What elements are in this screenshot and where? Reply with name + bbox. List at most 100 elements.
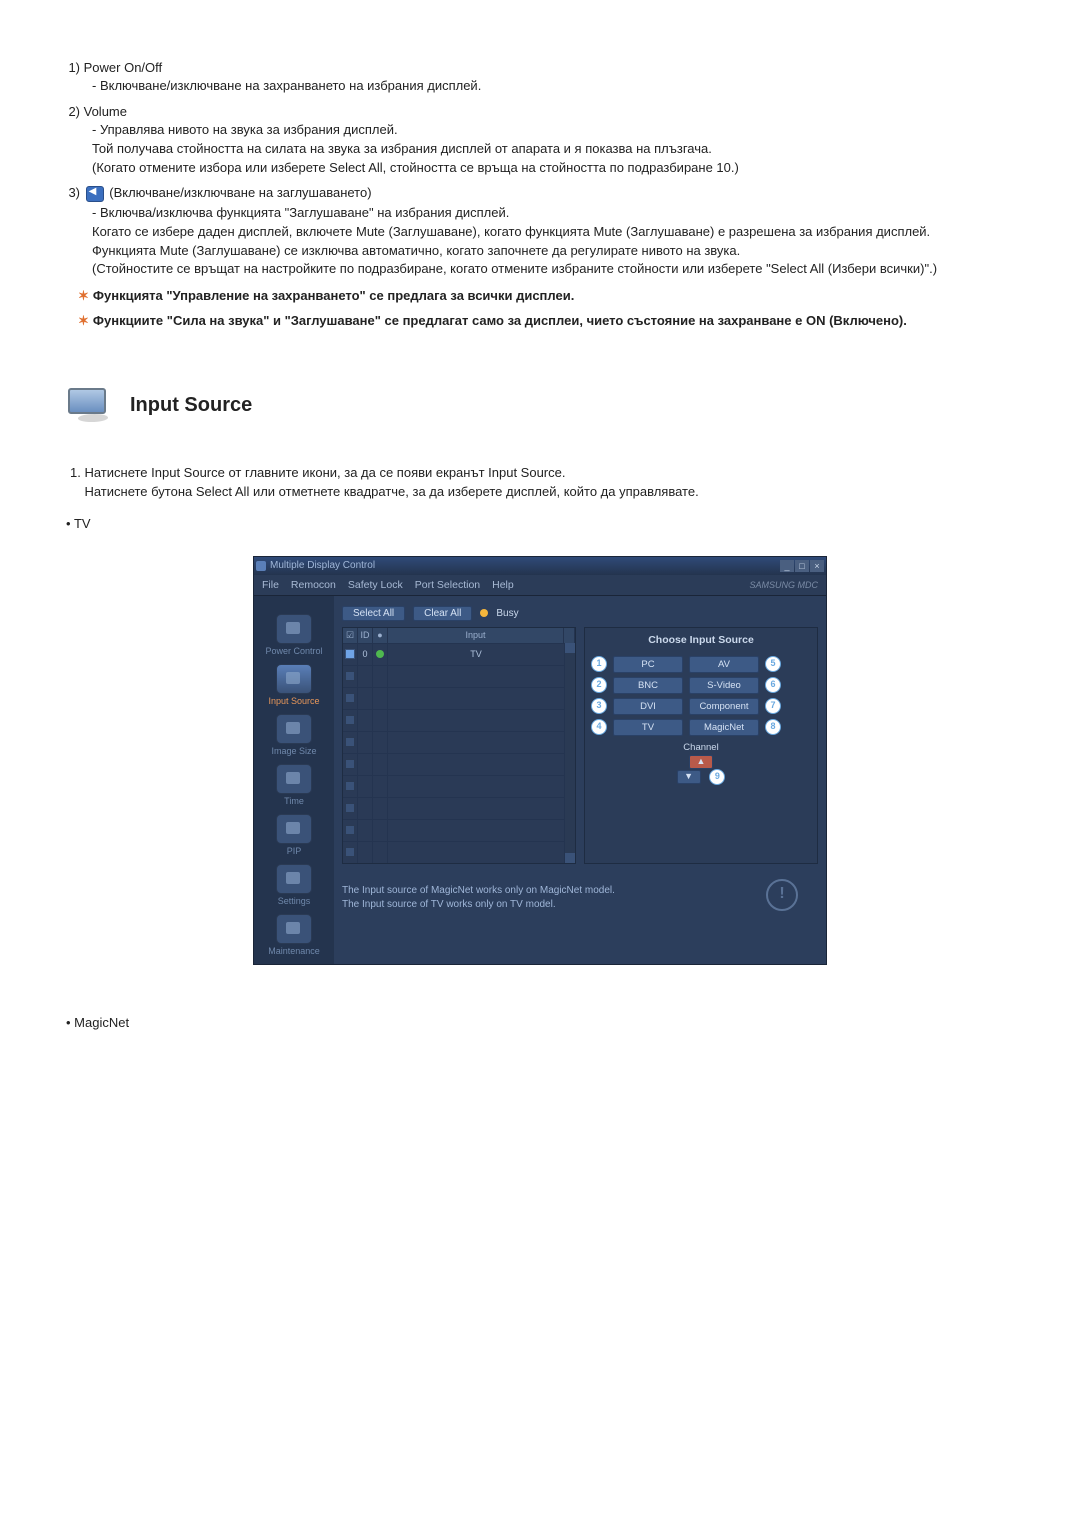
sidebar-item-image-size[interactable]: Image Size bbox=[254, 714, 334, 756]
source-component-button[interactable]: Component bbox=[689, 698, 759, 715]
marker-1: 1 bbox=[591, 656, 607, 672]
item-desc: - Управлява нивото на звука за избрания … bbox=[92, 121, 1020, 178]
display-table: ☑ ID ● Input 0 bbox=[342, 627, 576, 864]
line: Той получава стойността на силата на зву… bbox=[92, 141, 712, 156]
item-power: 1) Power On/Off - Включване/изключване н… bbox=[60, 60, 1020, 96]
sidebar-item-pip[interactable]: PIP bbox=[254, 814, 334, 856]
menu-file[interactable]: File bbox=[262, 579, 279, 591]
item-desc: - Включва/изключва функцията "Заглушаван… bbox=[92, 204, 1020, 279]
line: - Управлява нивото на звука за избрания … bbox=[92, 122, 398, 137]
note-line: The Input source of MagicNet works only … bbox=[342, 884, 818, 898]
th-id: ID bbox=[358, 628, 373, 643]
marker-4: 4 bbox=[591, 719, 607, 735]
panel-title: Choose Input Source bbox=[591, 634, 811, 646]
note-line: The Input source of TV works only on TV … bbox=[342, 898, 818, 912]
item-volume: 2) Volume - Управлява нивото на звука за… bbox=[60, 104, 1020, 178]
main-panel: Select All Clear All Busy ☑ ID ● Input bbox=[334, 596, 826, 964]
sidebar-item-power[interactable]: Power Control bbox=[254, 614, 334, 656]
mute-icon bbox=[86, 186, 104, 202]
table-row[interactable] bbox=[343, 665, 565, 687]
note-text: Функцията "Управление на захранването" с… bbox=[93, 288, 574, 303]
table-row[interactable] bbox=[343, 775, 565, 797]
sidebar: Power Control Input Source Image Size Ti… bbox=[254, 596, 334, 964]
table-row[interactable] bbox=[343, 731, 565, 753]
table-row[interactable] bbox=[343, 709, 565, 731]
maximize-button[interactable]: □ bbox=[795, 560, 809, 572]
th-input: Input bbox=[388, 628, 564, 643]
sidebar-item-maintenance[interactable]: Maintenance bbox=[254, 914, 334, 956]
marker-8: 8 bbox=[765, 719, 781, 735]
busy-label: Busy bbox=[496, 608, 518, 619]
source-av-button[interactable]: AV bbox=[689, 656, 759, 673]
input-source-icon bbox=[60, 386, 115, 424]
menu-safety-lock[interactable]: Safety Lock bbox=[348, 579, 403, 591]
cell-id: 0 bbox=[358, 643, 373, 665]
star-icon: ✶ bbox=[78, 313, 89, 328]
marker-2: 2 bbox=[591, 677, 607, 693]
menu-help[interactable]: Help bbox=[492, 579, 514, 591]
busy-icon bbox=[480, 609, 488, 617]
bullet-label: MagicNet bbox=[74, 1015, 129, 1030]
item-title: (Включване/изключване на заглушаването) bbox=[109, 185, 371, 200]
table-row[interactable] bbox=[343, 841, 565, 863]
brand-label: SAMSUNG MDC bbox=[749, 580, 818, 590]
table-row[interactable] bbox=[343, 797, 565, 819]
sidebar-item-input-source[interactable]: Input Source bbox=[254, 664, 334, 706]
line: (Стойностите се връщат на настройките по… bbox=[92, 261, 937, 276]
sidebar-item-time[interactable]: Time bbox=[254, 764, 334, 806]
cell-input: TV bbox=[388, 643, 565, 665]
inst-num: 1. bbox=[70, 465, 81, 480]
window-titlebar: Multiple Display Control _□× bbox=[254, 557, 826, 575]
app-icon bbox=[256, 561, 266, 571]
inst-line: Натиснете бутона Select All или отметнет… bbox=[84, 484, 698, 499]
sidebar-item-settings[interactable]: Settings bbox=[254, 864, 334, 906]
checkbox-icon[interactable] bbox=[345, 649, 355, 659]
source-bnc-button[interactable]: BNC bbox=[613, 677, 683, 694]
marker-5: 5 bbox=[765, 656, 781, 672]
line: Функцията Mute (Заглушаване) се изключва… bbox=[92, 243, 740, 258]
source-svideo-button[interactable]: S-Video bbox=[689, 677, 759, 694]
marker-3: 3 bbox=[591, 698, 607, 714]
item-number: 2) bbox=[60, 104, 80, 119]
item-title: Power On/Off bbox=[84, 60, 163, 75]
menu-remocon[interactable]: Remocon bbox=[291, 579, 336, 591]
marker-7: 7 bbox=[765, 698, 781, 714]
item-number: 1) bbox=[60, 60, 80, 75]
toolbar: Select All Clear All Busy bbox=[342, 606, 818, 621]
source-tv-button[interactable]: TV bbox=[613, 719, 683, 736]
line: Когато се избере даден дисплей, включете… bbox=[92, 224, 930, 239]
note: ✶Функциите "Сила на звука" и "Заглушаван… bbox=[78, 312, 1020, 331]
table-row[interactable]: 0 TV bbox=[343, 643, 565, 665]
bullet-label: TV bbox=[74, 516, 91, 531]
item-desc: - Включване/изключване на захранването н… bbox=[92, 77, 1020, 96]
instructions: 1. Натиснете Input Source от главните ик… bbox=[70, 464, 1020, 502]
marker-6: 6 bbox=[765, 677, 781, 693]
inst-line: Натиснете Input Source от главните икони… bbox=[84, 465, 565, 480]
select-all-button[interactable]: Select All bbox=[342, 606, 405, 621]
close-button[interactable]: × bbox=[810, 560, 824, 572]
document-page: 1) Power On/Off - Включване/изключване н… bbox=[0, 0, 1080, 1090]
app-screenshot: Multiple Display Control _□× File Remoco… bbox=[253, 556, 827, 965]
source-dvi-button[interactable]: DVI bbox=[613, 698, 683, 715]
channel-down-button[interactable]: ▼ bbox=[677, 770, 701, 784]
channel-up-button[interactable]: ▲ bbox=[689, 755, 713, 769]
menu-port-selection[interactable]: Port Selection bbox=[415, 579, 480, 591]
window-title: Multiple Display Control bbox=[270, 560, 375, 571]
channel-label: Channel bbox=[591, 742, 811, 753]
table-row[interactable] bbox=[343, 687, 565, 709]
line: - Включва/изключва функцията "Заглушаван… bbox=[92, 205, 509, 220]
table-row[interactable] bbox=[343, 819, 565, 841]
source-magicnet-button[interactable]: MagicNet bbox=[689, 719, 759, 736]
table-row[interactable] bbox=[343, 753, 565, 775]
section-title: Input Source bbox=[130, 394, 252, 417]
screenshot-notes: The Input source of MagicNet works only … bbox=[342, 884, 818, 912]
bullet-magicnet: • MagicNet bbox=[66, 1015, 1020, 1030]
section-heading: Input Source bbox=[60, 386, 1020, 424]
source-panel: Choose Input Source 1 PC AV 5 2 BNC S-Vi… bbox=[584, 627, 818, 864]
minimize-button[interactable]: _ bbox=[780, 560, 794, 572]
clear-all-button[interactable]: Clear All bbox=[413, 606, 472, 621]
source-pc-button[interactable]: PC bbox=[613, 656, 683, 673]
item-title: Volume bbox=[84, 104, 127, 119]
scrollbar[interactable] bbox=[565, 643, 575, 863]
status-icon bbox=[376, 650, 384, 658]
